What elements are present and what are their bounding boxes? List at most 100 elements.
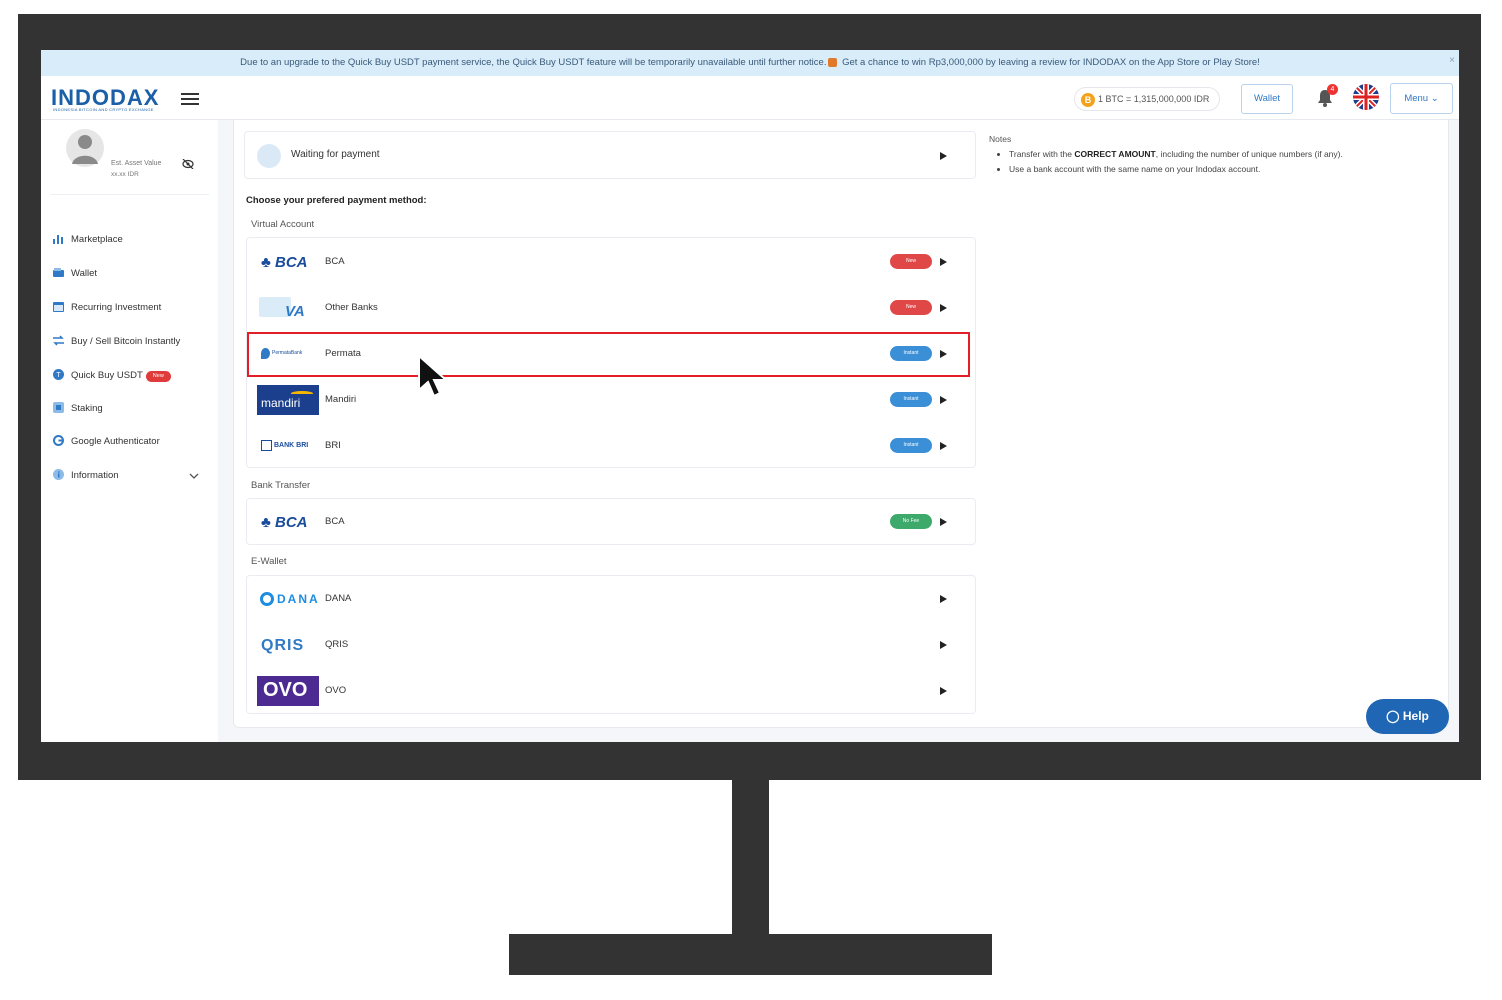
sidebar-item-google-authenticator[interactable]: Google Authenticator (53, 433, 160, 451)
sidebar-item-label: Recurring Investment (71, 302, 162, 313)
menu-button[interactable]: Menu ⌄ (1390, 83, 1453, 114)
payment-status-text: Waiting for payment (291, 149, 380, 160)
usdt-icon: T (53, 369, 64, 380)
bca-logo: ♣ BCA (261, 514, 308, 531)
sidebar-item-wallet[interactable]: Wallet (53, 265, 97, 283)
gift-icon (828, 57, 838, 67)
payment-option-va-bca[interactable]: ♣ BCA BCA New (247, 239, 975, 285)
chevron-down-icon: ⌄ (1430, 93, 1439, 104)
calendar-icon (53, 302, 64, 312)
notification-badge: 4 (1327, 84, 1338, 95)
sidebar-item-label: Buy / Sell Bitcoin Instantly (71, 336, 181, 347)
wallet-button[interactable]: Wallet (1241, 84, 1293, 114)
help-button[interactable]: ◯ Help (1366, 699, 1449, 734)
payment-option-name: Other Banks (325, 302, 378, 313)
payment-option-ovo[interactable]: OVO OVO (247, 668, 975, 714)
swap-icon (53, 335, 64, 346)
section-label-ewallet: E-Wallet (251, 556, 287, 567)
payment-option-va-other-banks[interactable]: VA Other Banks New (247, 285, 975, 331)
btc-rate-text: 1 BTC = 1,315,000,000 IDR (1098, 94, 1210, 104)
eye-off-icon[interactable] (182, 159, 194, 169)
bca-logo: ♣ BCA (261, 254, 308, 271)
sidebar-item-quick-buy-usdt[interactable]: T Quick Buy USDT New (53, 367, 171, 385)
chat-bubble-icon: ◯ (1386, 709, 1400, 723)
payment-option-transfer-bca[interactable]: ♣ BCA BCA No Fee (247, 499, 975, 545)
announcement-text-2: Get a chance to win Rp3,000,000 by leavi… (842, 57, 1260, 68)
wallet-icon (53, 268, 64, 277)
staking-icon (53, 402, 64, 413)
btc-rate-pill: B1 BTC = 1,315,000,000 IDR (1074, 87, 1221, 111)
logo-tagline: INDONESIA BITCOIN AND CRYPTO EXCHANGE (53, 107, 154, 112)
notes-list: Transfer with the CORRECT AMOUNT, includ… (1009, 147, 1429, 177)
payment-option-va-mandiri[interactable]: mandiri Mandiri Instant (247, 377, 975, 423)
help-label: Help (1402, 709, 1429, 723)
asset-value: xx.xx IDR (111, 171, 139, 178)
bank-transfer-group: ♣ BCA BCA No Fee (246, 498, 976, 545)
no-fee-badge: No Fee (890, 514, 932, 529)
new-badge: New (890, 254, 932, 269)
hamburger-menu-icon[interactable] (181, 93, 199, 105)
screen: Due to an upgrade to the Quick Buy USDT … (41, 50, 1459, 742)
profile-card: Est. Asset Value xx.xx IDR (51, 125, 209, 195)
google-icon (53, 435, 64, 446)
payment-option-va-bri[interactable]: BANK BRI BRI Instant (247, 423, 975, 469)
sidebar-item-label: Marketplace (71, 234, 123, 245)
instant-badge: Instant (890, 392, 932, 407)
note-text: , including the number of unique numbers… (1155, 149, 1343, 159)
expand-arrow-icon[interactable] (940, 152, 947, 160)
sidebar-item-recurring-investment[interactable]: Recurring Investment (53, 299, 161, 317)
announcement-text-1: Due to an upgrade to the Quick Buy USDT … (240, 57, 827, 68)
select-arrow-icon (940, 687, 947, 695)
payment-option-name: OVO (325, 685, 347, 696)
select-arrow-icon (940, 396, 947, 404)
bri-logo: BANK BRI (257, 431, 319, 461)
ewallet-group: DANA DANA QRIS QRIS OVO OVO (246, 575, 976, 714)
sidebar-item-staking[interactable]: Staking (53, 400, 103, 418)
payment-option-name: Mandiri (325, 394, 357, 405)
wallet-status-icon (257, 144, 281, 168)
sidebar-item-information[interactable]: Information (53, 467, 119, 485)
announcement-close-button[interactable]: × (1449, 55, 1455, 66)
choose-payment-title: Choose your prefered payment method: (246, 195, 427, 206)
instant-badge: Instant (890, 438, 932, 453)
new-badge: New (145, 371, 171, 382)
monitor-stand-neck (732, 780, 769, 934)
note-item: Transfer with the CORRECT AMOUNT, includ… (1009, 147, 1429, 161)
mandiri-logo: mandiri (257, 385, 319, 415)
sidebar-item-label: Staking (71, 403, 103, 414)
notes-title: Notes (989, 134, 1012, 144)
top-header: INDODAX INDONESIA BITCOIN AND CRYPTO EXC… (41, 76, 1459, 120)
bitcoin-icon: B (1081, 92, 1095, 107)
mouse-cursor-icon (418, 354, 449, 398)
select-arrow-icon (940, 641, 947, 649)
chevron-down-icon[interactable] (189, 471, 199, 481)
payment-status-box[interactable]: Waiting for payment (244, 131, 976, 179)
qris-logo: QRIS (261, 637, 305, 654)
sidebar-item-buy-sell-bitcoin[interactable]: Buy / Sell Bitcoin Instantly (53, 333, 180, 351)
sidebar-item-label: Information (71, 470, 119, 481)
dana-logo: DANA (257, 584, 319, 614)
payment-option-name: QRIS (325, 639, 349, 650)
payment-option-name: BCA (325, 256, 345, 267)
note-emphasis: CORRECT AMOUNT (1074, 149, 1156, 159)
sidebar: Est. Asset Value xx.xx IDR Marketplace W… (41, 120, 218, 742)
sidebar-item-marketplace[interactable]: Marketplace (53, 231, 123, 249)
payment-option-name: BCA (325, 516, 345, 527)
select-arrow-icon (940, 595, 947, 603)
uk-flag-icon[interactable] (1353, 84, 1379, 110)
va-logo: VA (257, 293, 319, 323)
svg-text:T: T (56, 372, 61, 379)
chart-bar-icon (53, 235, 63, 244)
info-icon (53, 469, 64, 480)
sidebar-item-label: Wallet (71, 268, 98, 279)
sidebar-item-label: Google Authenticator (71, 436, 160, 447)
payment-option-qris[interactable]: QRIS QRIS (247, 622, 975, 668)
select-arrow-icon (940, 442, 947, 450)
ovo-logo: OVO (257, 676, 319, 706)
announcement-bar: Due to an upgrade to the Quick Buy USDT … (41, 50, 1459, 76)
menu-label: Menu (1404, 93, 1429, 104)
select-arrow-icon (940, 304, 947, 312)
avatar[interactable] (66, 128, 104, 168)
payment-option-dana[interactable]: DANA DANA (247, 576, 975, 622)
new-badge: New (890, 300, 932, 315)
